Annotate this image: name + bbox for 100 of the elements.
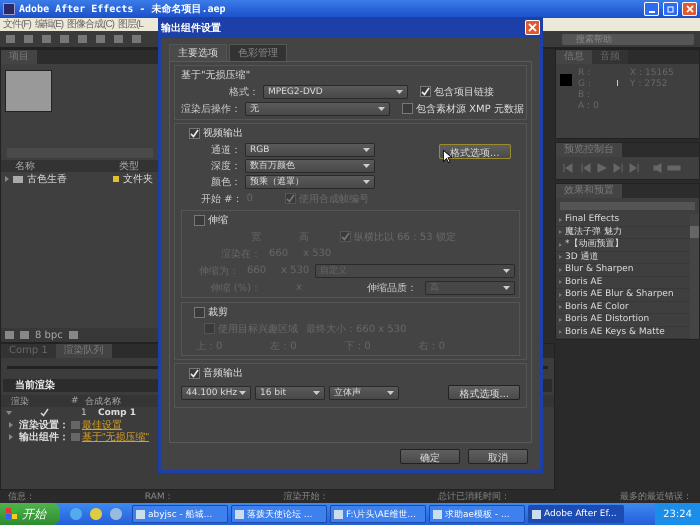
column-title: 渲染 xyxy=(10,396,30,408)
menu-item[interactable]: 编辑(E) xyxy=(34,18,64,30)
effect-category[interactable]: Boris AE Keys & Matte xyxy=(556,326,690,339)
dropdown[interactable]: 预乘（遮罩） xyxy=(245,174,375,188)
ok-button[interactable]: 确定 xyxy=(400,449,460,464)
setting-label: 输出组件： xyxy=(19,430,69,444)
render-checkbox[interactable] xyxy=(40,408,50,418)
start-button[interactable]: 开始 xyxy=(0,503,60,525)
dialog-tab[interactable]: 主要选项 xyxy=(169,44,227,61)
four-squares-icon xyxy=(6,508,18,520)
row-number: 1 xyxy=(81,408,88,418)
restore-icon xyxy=(666,5,674,13)
close-icon xyxy=(528,23,537,32)
menu-item[interactable]: 图层(L xyxy=(118,18,143,30)
group-title: 基于"无损压缩" xyxy=(181,68,252,82)
status-label: 信息： xyxy=(8,490,35,503)
dropdown[interactable]: MPEG2-DVD xyxy=(263,84,408,98)
caret-icon xyxy=(378,106,385,110)
effect-category[interactable]: Boris AE Blur & Sharpen xyxy=(556,289,690,302)
dropdown[interactable]: RGB xyxy=(245,142,375,156)
field-label: 伸缩品质： xyxy=(367,282,417,294)
window-title: Adobe After Effects - 未命名项目.aep xyxy=(19,2,226,16)
effect-category[interactable]: Boris AE Distortion xyxy=(556,314,690,326)
effect-category[interactable]: Blur & Sharpen xyxy=(556,264,690,276)
item-name[interactable]: 古色生香 xyxy=(27,172,109,186)
cancel-button[interactable]: 取消 xyxy=(468,449,528,464)
caret-icon xyxy=(363,164,370,168)
check-icon xyxy=(341,232,350,241)
status-label: 总计已消耗时间： xyxy=(438,490,510,503)
checkbox[interactable]: 裁剪 xyxy=(194,305,515,319)
field-label: 开始 #： xyxy=(201,192,243,206)
status-label: 渲染开始： xyxy=(283,490,328,503)
dropdown[interactable]: 无 xyxy=(245,102,390,116)
format-options-button[interactable]: 格式选项... xyxy=(448,385,520,400)
checkbox[interactable]: 视频输出 xyxy=(189,126,520,140)
check-icon xyxy=(190,128,199,138)
color-swatch xyxy=(560,74,572,86)
column-title: 类型 xyxy=(119,160,140,173)
minimize-button[interactable] xyxy=(644,2,659,16)
dropdown[interactable]: 16 bit xyxy=(255,386,325,400)
effect-category[interactable]: Boris AE Color xyxy=(556,302,690,314)
taskbar-button[interactable]: F:\片头\AE维世... xyxy=(330,505,426,523)
check-icon xyxy=(40,408,49,417)
format-options-button[interactable]: 格式选项... xyxy=(439,144,511,159)
caret-icon xyxy=(503,268,510,272)
taskbar-button[interactable]: Adobe After Ef... xyxy=(528,505,624,523)
checkbox[interactable]: 包含素材源 XMP 元数据 xyxy=(402,102,524,116)
menu-item[interactable]: 文件(F) xyxy=(3,18,31,30)
field-label: 颜色： xyxy=(210,176,241,188)
item-type: 文件夹 xyxy=(123,172,154,186)
restore-button[interactable] xyxy=(663,2,678,16)
status-label: RAM： xyxy=(144,491,174,503)
checkbox[interactable]: 伸缩 xyxy=(194,213,515,227)
dropdown[interactable]: 立体声 xyxy=(329,386,399,400)
dropdown[interactable]: 44.100 kHz xyxy=(181,386,251,400)
close-button[interactable] xyxy=(682,2,697,16)
column-title: 合成名称 xyxy=(85,396,122,408)
quick-launch-icons-drawing[interactable] xyxy=(69,507,123,521)
mouse-cursor-icon xyxy=(443,150,452,163)
caret-icon xyxy=(396,90,403,94)
check-icon xyxy=(190,368,199,378)
taskbar-button[interactable]: 落拨天使论坛 ... xyxy=(231,505,327,523)
field-label: 深度： xyxy=(210,160,241,172)
section-title: 当前渲染 xyxy=(15,380,55,391)
comp-name: Comp 1 xyxy=(98,408,138,418)
caret-icon xyxy=(363,148,370,152)
field-label: 通道： xyxy=(210,144,241,156)
effect-category[interactable]: Boris AE xyxy=(556,276,690,289)
expand-arrow-icon[interactable] xyxy=(6,411,12,415)
menu-item[interactable]: 图像合成(C) xyxy=(67,18,114,30)
effect-category[interactable]: 魔法子弹 魅力 xyxy=(556,226,690,239)
column-title: 名称 xyxy=(15,160,36,173)
check-icon xyxy=(421,87,430,96)
effect-category[interactable]: *【动画预置】 xyxy=(556,239,690,252)
setting-link[interactable]: 基于"无损压缩" xyxy=(82,430,150,444)
bit-depth-label[interactable]: 8 bpc xyxy=(35,330,63,340)
caret-icon xyxy=(363,180,370,184)
field-label: 渲染后操作： xyxy=(181,102,241,116)
check-icon xyxy=(286,194,295,203)
checkbox[interactable]: 包含项目链接 xyxy=(420,84,494,98)
setting-link[interactable]: 最佳设置 xyxy=(82,418,122,432)
dropdown[interactable]: 数百万颜色 xyxy=(245,158,375,172)
caret-icon xyxy=(503,286,510,290)
dialog-title: 输出组件设置 xyxy=(161,22,221,34)
effect-category[interactable]: Final Effects xyxy=(556,214,690,226)
status-label: 最多的最近错误： xyxy=(620,490,692,503)
dialog-tab[interactable]: 色彩管理 xyxy=(229,44,287,61)
thumbnail-placeholder xyxy=(5,70,52,112)
effect-category[interactable]: 3D 通道 xyxy=(556,252,690,264)
field-label: 格式： xyxy=(228,86,259,98)
expand-arrow-icon[interactable] xyxy=(5,176,9,182)
taskbar-button[interactable]: 求助ae模板 - ... xyxy=(429,505,525,523)
clock: 23:24 xyxy=(663,508,692,520)
scrollbar[interactable] xyxy=(690,214,699,339)
close-button[interactable] xyxy=(525,20,540,35)
app-logo-icon xyxy=(3,3,15,15)
taskbar-button[interactable]: abyjsc - 船城... xyxy=(132,505,228,523)
close-icon xyxy=(686,5,694,13)
checkbox[interactable]: 音频输出 xyxy=(189,366,520,380)
column-title: # xyxy=(71,396,80,406)
